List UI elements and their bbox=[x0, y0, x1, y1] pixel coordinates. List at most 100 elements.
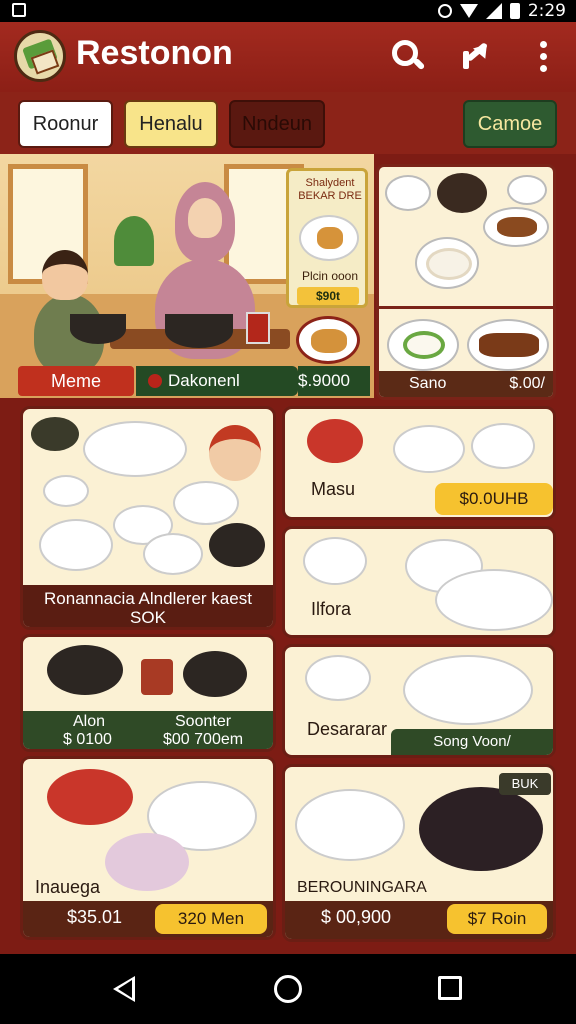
wifi-icon bbox=[459, 4, 478, 18]
menu-card-berouningara[interactable]: BUK BEROUNINGARA $ 00,900 $7 Roin bbox=[282, 764, 556, 942]
menu-content: Shalydent BEKAR DRE Plcin ooon $90t Meme… bbox=[0, 154, 576, 954]
dish-image bbox=[385, 175, 431, 211]
recent-apps-icon[interactable] bbox=[438, 976, 462, 1000]
card-caption: $ 00,900 $7 Roin bbox=[285, 901, 553, 939]
card-label: Desararar bbox=[307, 719, 388, 739]
menu-card-inauega[interactable]: Inauega $35.01 320 Men bbox=[20, 756, 276, 940]
card-sublabel: SOK bbox=[130, 608, 166, 627]
dish-image bbox=[143, 533, 203, 575]
drink-image bbox=[141, 659, 173, 695]
tab-camoe[interactable]: Camoe bbox=[463, 100, 557, 148]
soup-bowl-image bbox=[70, 314, 126, 344]
card-label: Inauega bbox=[35, 877, 101, 897]
rice-bowl-image bbox=[105, 833, 189, 891]
category-tabs: Roonur Henalu Nndeun Camoe bbox=[0, 92, 576, 154]
menu-card-soup-set[interactable]: Alon $ 0100 Soonter $00 700em bbox=[20, 634, 276, 752]
card-label: Ronannacia Alndlerer kaest bbox=[44, 589, 252, 608]
promo-card[interactable]: Shalydent BEKAR DRE Plcin ooon $90t bbox=[286, 168, 368, 308]
menu-card-platter[interactable]: Ronannacia Alndlerer kaest SOK bbox=[20, 406, 276, 630]
back-icon[interactable] bbox=[113, 976, 135, 1002]
promo-title: Shalydent BEKAR DRE bbox=[298, 177, 362, 202]
card-label: Ilfora bbox=[311, 599, 352, 619]
tab-roonur[interactable]: Roonur bbox=[18, 100, 113, 148]
alarm-icon bbox=[437, 4, 452, 18]
rice-plate-image bbox=[387, 319, 459, 371]
menu-card-masu[interactable]: Masu $0.0UHB bbox=[282, 406, 556, 520]
badge-icon bbox=[148, 374, 162, 388]
home-icon[interactable] bbox=[274, 975, 302, 1003]
more-options-button[interactable] bbox=[528, 37, 558, 77]
card-price: $0.0UHB bbox=[435, 483, 553, 515]
dish-image bbox=[303, 537, 367, 585]
card-caption: $35.01 320 Men bbox=[23, 901, 273, 937]
dish-image bbox=[83, 421, 187, 477]
card-label: Sano bbox=[409, 375, 447, 392]
rice-plate-image bbox=[415, 237, 479, 289]
share-button[interactable] bbox=[455, 37, 495, 77]
promo-subtitle: Plcin ooon bbox=[301, 269, 359, 283]
app-title: Restonon bbox=[76, 34, 233, 72]
card-label: Masu bbox=[311, 479, 356, 499]
soup-bowl-image bbox=[47, 645, 123, 695]
plant-illustration bbox=[114, 216, 154, 266]
drink-image bbox=[246, 312, 270, 344]
card-price-right: $00 700em bbox=[163, 731, 244, 748]
signal-icon bbox=[485, 3, 502, 19]
status-bar: 2:29 bbox=[0, 0, 576, 22]
app-logo[interactable] bbox=[14, 30, 66, 82]
hero-banner[interactable]: Shalydent BEKAR DRE Plcin ooon $90t Meme… bbox=[0, 154, 374, 398]
card-pill[interactable]: $7 Roin bbox=[447, 904, 547, 934]
dish-image bbox=[173, 481, 239, 525]
dish-image bbox=[43, 475, 89, 507]
battery-icon bbox=[509, 3, 520, 19]
tab-nndeun[interactable]: Nndeun bbox=[229, 100, 325, 148]
status-icons: 2:29 bbox=[437, 1, 566, 21]
dish-image bbox=[31, 417, 79, 451]
dish-image bbox=[305, 655, 371, 701]
promo-price: $90t bbox=[297, 287, 359, 305]
dish-image bbox=[467, 319, 549, 371]
card-tag: Song Voon/ bbox=[391, 729, 553, 755]
hero-info-bar: Meme Dakonenl $.9000 bbox=[18, 366, 370, 396]
hero-badge: Dakonenl bbox=[136, 366, 298, 396]
card-price: $.00/ bbox=[509, 375, 545, 392]
menu-button[interactable]: Meme bbox=[18, 366, 134, 396]
card-price-left: $ 0100 bbox=[63, 731, 112, 748]
card-badge: BUK bbox=[499, 773, 551, 795]
search-button[interactable] bbox=[388, 37, 428, 77]
status-time: 2:29 bbox=[527, 1, 566, 21]
dish-image bbox=[435, 569, 553, 631]
system-nav-bar bbox=[0, 954, 576, 1024]
menu-card-desararar[interactable]: Desararar Song Voon/ bbox=[282, 644, 556, 758]
salad-bowl-image bbox=[47, 769, 133, 825]
dish-image bbox=[39, 519, 113, 571]
menu-card-sano[interactable]: Sano $.00/ bbox=[376, 164, 556, 400]
dish-image bbox=[471, 423, 535, 469]
card-caption: Alon $ 0100 Soonter $00 700em bbox=[23, 711, 273, 749]
dish-image bbox=[299, 215, 359, 261]
rice-bowl-image bbox=[307, 419, 363, 463]
hero-badge-label: Dakonenl bbox=[168, 371, 240, 390]
grilled-meat-image bbox=[419, 787, 543, 871]
card-price: $35.01 bbox=[67, 907, 123, 927]
card-pill[interactable]: 320 Men bbox=[155, 904, 267, 934]
card-label-left: Alon bbox=[73, 713, 106, 730]
grilled-meat-image bbox=[403, 655, 533, 725]
dish-image bbox=[183, 651, 247, 697]
dish-image bbox=[296, 316, 360, 364]
dish-image bbox=[483, 207, 549, 247]
app-bar: Restonon bbox=[0, 22, 576, 92]
notification-icon bbox=[12, 3, 26, 17]
dish-image bbox=[209, 523, 265, 567]
card-caption: Ronannacia Alndlerer kaest SOK bbox=[23, 585, 273, 627]
dish-image bbox=[437, 173, 487, 213]
dish-image bbox=[295, 789, 405, 861]
card-price: $ 00,900 bbox=[321, 907, 392, 927]
hero-price: $.9000 bbox=[298, 366, 370, 396]
dish-image bbox=[507, 175, 547, 205]
more-vert-icon bbox=[540, 41, 547, 48]
card-label-right: Soonter bbox=[175, 713, 232, 730]
menu-card-ilfora[interactable]: Ilfora bbox=[282, 526, 556, 638]
tab-henalu[interactable]: Henalu bbox=[124, 100, 218, 148]
card-label: BEROUNINGARA bbox=[297, 879, 427, 896]
